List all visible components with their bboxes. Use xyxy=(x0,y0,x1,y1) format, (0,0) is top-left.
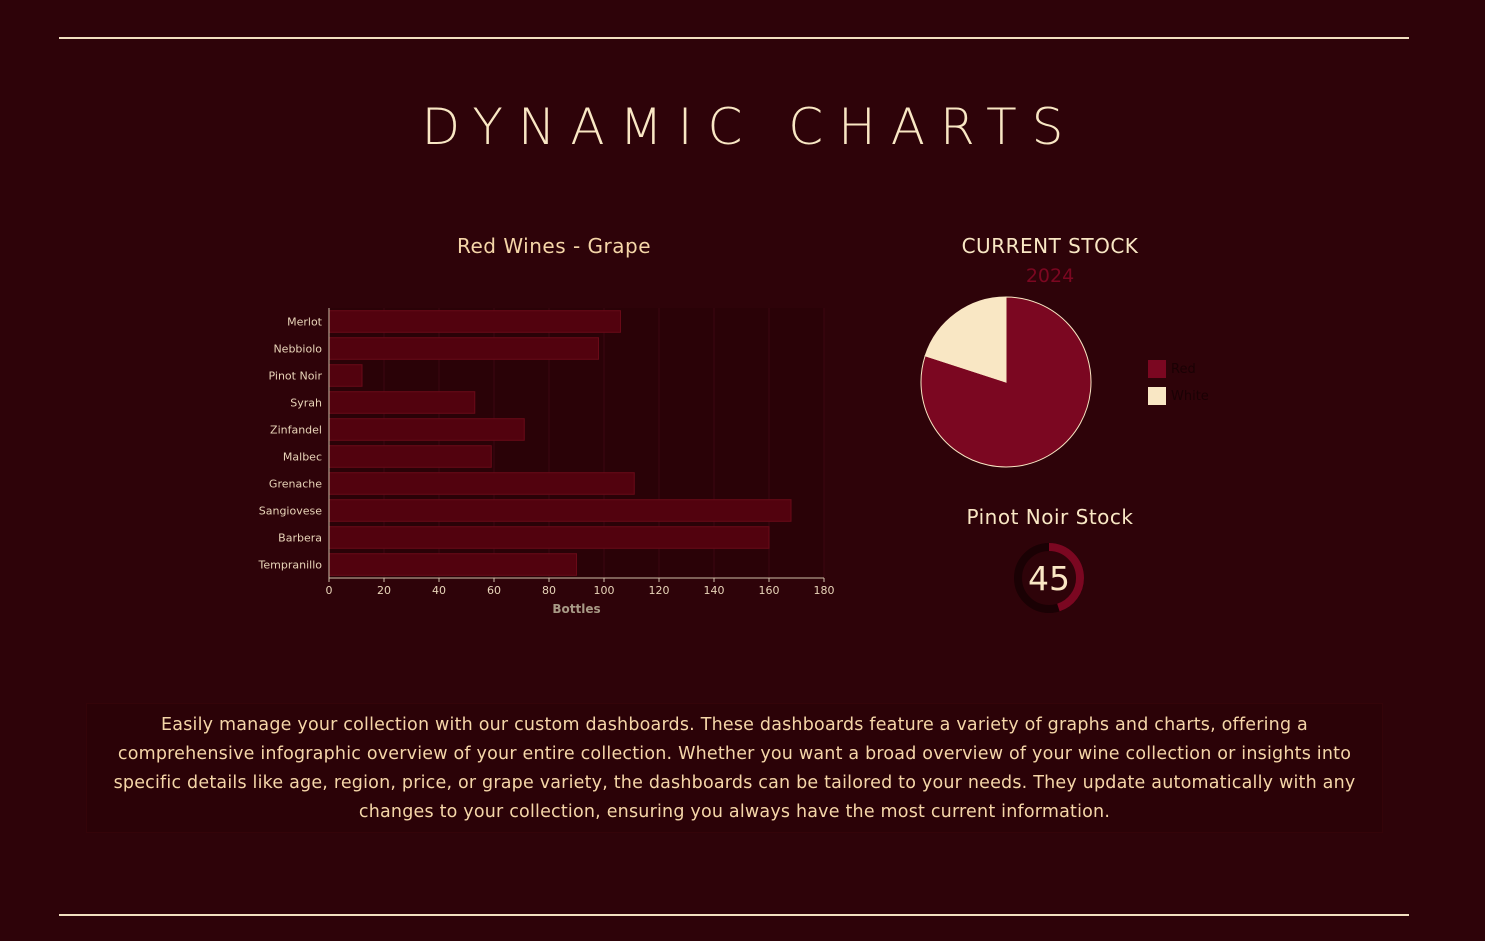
pie-chart[interactable] xyxy=(915,290,1097,472)
pie-chart-title: CURRENT STOCK xyxy=(961,234,1139,258)
page-title: DYNAMIC CHARTS xyxy=(421,98,1079,156)
legend-item-white[interactable]: White xyxy=(1148,387,1209,405)
bar-malbec[interactable] xyxy=(328,445,492,468)
x-tick-label: 100 xyxy=(594,584,615,597)
legend-item-red[interactable]: Red xyxy=(1148,360,1209,378)
category-label-zinfandel: Zinfandel xyxy=(270,424,322,437)
category-label-barbera: Barbera xyxy=(278,532,322,545)
bar-grenache[interactable] xyxy=(328,472,635,495)
legend-swatch-white xyxy=(1148,387,1166,405)
gauge-value: 45 xyxy=(1028,558,1070,598)
category-label-syrah: Syrah xyxy=(290,397,322,410)
category-label-tempranillo: Tempranillo xyxy=(258,559,323,572)
x-tick-label: 0 xyxy=(326,584,333,597)
bar-merlot[interactable] xyxy=(328,310,621,333)
page: DYNAMIC CHARTS Red Wines - Grape Merlot N… xyxy=(0,0,1485,941)
x-tick-label: 180 xyxy=(814,584,835,597)
x-tick-label: 140 xyxy=(704,584,725,597)
bar-barbera[interactable] xyxy=(328,526,770,549)
bar-chart[interactable]: Merlot Nebbiolo Pinot Noir Syrah Zinfandel Ma… xyxy=(240,300,840,620)
legend-swatch-red xyxy=(1148,360,1166,378)
legend-label-white: White xyxy=(1171,388,1209,404)
gauge-title: Pinot Noir Stock xyxy=(966,505,1134,529)
pie-legend: Red White xyxy=(1148,360,1209,414)
category-label-sangiovese: Sangiovese xyxy=(259,505,322,518)
x-axis-label: Bottles xyxy=(552,602,600,616)
top-divider xyxy=(59,37,1409,39)
bar-syrah[interactable] xyxy=(328,391,476,414)
x-tick-label: 40 xyxy=(432,584,446,597)
bar-chart-title: Red Wines - Grape xyxy=(456,234,652,258)
bar-zinfandel[interactable] xyxy=(328,418,525,441)
bottom-divider xyxy=(59,914,1409,916)
category-label-pinot-noir: Pinot Noir xyxy=(269,370,323,383)
x-tick-label: 60 xyxy=(487,584,501,597)
category-label-merlot: Merlot xyxy=(287,316,323,329)
category-label-malbec: Malbec xyxy=(283,451,322,464)
x-tick-label: 120 xyxy=(649,584,670,597)
pie-chart-subtitle: 2024 xyxy=(1025,265,1075,287)
category-label-nebbiolo: Nebbiolo xyxy=(273,343,322,356)
x-tick-label: 160 xyxy=(759,584,780,597)
bar-pinot-noir[interactable] xyxy=(328,364,363,387)
bar-nebbiolo[interactable] xyxy=(328,337,599,360)
bar-tempranillo[interactable] xyxy=(328,553,577,576)
legend-label-red: Red xyxy=(1171,361,1196,377)
x-tick-label: 80 xyxy=(542,584,556,597)
bar-sangiovese[interactable] xyxy=(328,499,792,522)
dashboard-description: Easily manage your collection with our c… xyxy=(86,703,1383,833)
category-label-grenache: Grenache xyxy=(269,478,322,491)
x-tick-label: 20 xyxy=(377,584,391,597)
